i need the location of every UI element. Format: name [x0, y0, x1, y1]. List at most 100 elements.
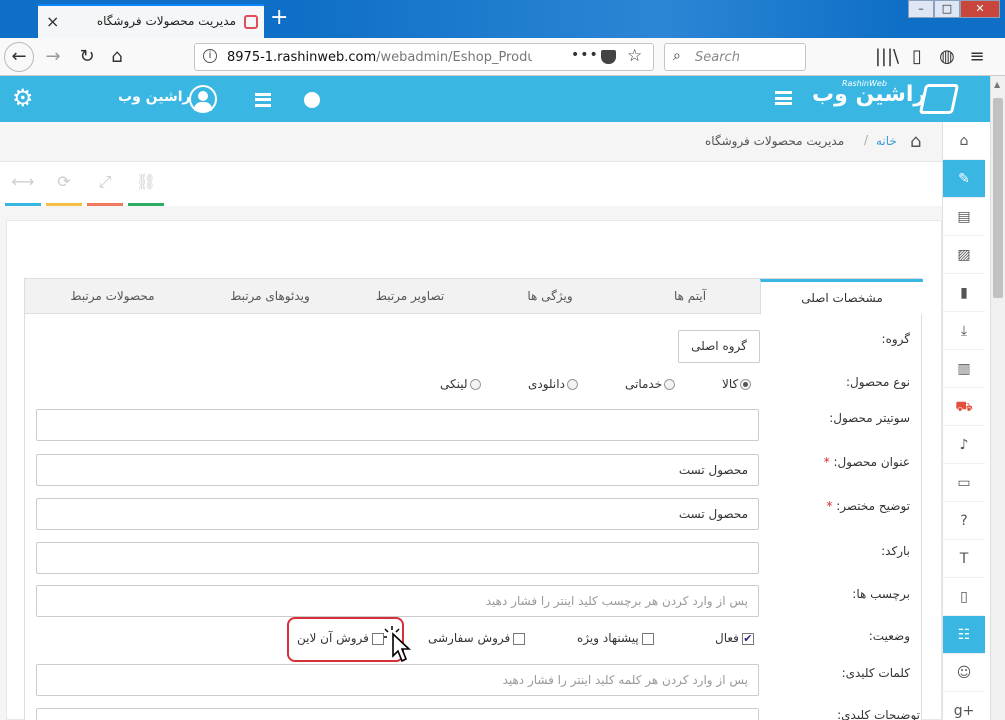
tabbar-bg: [300, 0, 900, 38]
bookmark-star-icon[interactable]: ☆: [627, 46, 642, 66]
tab-main-specs[interactable]: مشخصات اصلی: [760, 279, 923, 316]
forward-button[interactable]: →: [40, 45, 66, 69]
tab-related-products[interactable]: محصولات مرتبط: [25, 279, 200, 314]
radio-type-service[interactable]: خدماتی: [625, 377, 676, 391]
sidebar-volume-icon[interactable]: ♪: [943, 426, 985, 464]
checkbox[interactable]: [513, 632, 526, 645]
keywords-input[interactable]: پس از وارد کردن هر کلمه کلید اینتر را فش…: [36, 664, 759, 696]
breadcrumb-current: مدیریت محصولات فروشگاه: [705, 134, 845, 148]
radio-type-link[interactable]: لینکی: [440, 377, 481, 391]
library-icon[interactable]: |||\: [874, 45, 900, 69]
gear-icon[interactable]: ⚙: [12, 84, 34, 112]
desc-label: توضیح مختصر: *: [800, 499, 910, 513]
home-button[interactable]: ⌂: [104, 45, 130, 69]
window-close-button[interactable]: ✕: [960, 0, 1000, 18]
pocket-icon[interactable]: [601, 50, 616, 64]
url-path: /webadmin/Eshop_Products: [376, 50, 532, 65]
radio-dot[interactable]: [664, 379, 676, 390]
browser-tab[interactable]: × مدیریت محصولات فروشگاه: [38, 4, 264, 38]
tab-title: مدیریت محصولات فروشگاه: [96, 14, 236, 28]
desc-label-text: توضیح مختصر:: [836, 499, 910, 513]
radio-dot[interactable]: [566, 379, 578, 390]
new-tab-icon[interactable]: +: [270, 5, 288, 30]
hamburger-menu-icon[interactable]: [775, 91, 792, 105]
checkbox[interactable]: [641, 632, 654, 645]
url-text: 8975-1.rashinweb.com/webadmin/Eshop_Prod…: [227, 50, 532, 65]
sidebar-document-icon[interactable]: ▮: [943, 274, 985, 312]
search-bar[interactable]: ⌕ Search: [664, 43, 806, 71]
logo-small-text: RashinWeb: [842, 79, 887, 88]
sidebar-download-icon[interactable]: ⤓: [943, 312, 985, 350]
page-scrollbar[interactable]: ▲: [990, 76, 1005, 720]
breadcrumb-separator: /: [864, 133, 869, 147]
required-mark: *: [823, 455, 830, 469]
sidebar-toggle-icon[interactable]: ▯: [904, 45, 930, 69]
back-button[interactable]: ←: [4, 42, 34, 72]
keydesc-input[interactable]: [36, 708, 759, 720]
tab-images[interactable]: تصاویر مرتبط: [340, 279, 480, 314]
radio-type-download[interactable]: دانلودی: [528, 377, 578, 391]
user-name[interactable]: راشین وب: [118, 89, 191, 105]
desc-input[interactable]: محصول تست: [36, 498, 759, 530]
fullscreen-icon[interactable]: ⤢: [87, 172, 123, 206]
radio-dot[interactable]: [469, 379, 481, 390]
sidebar-cart-icon[interactable]: ⛟: [943, 388, 985, 426]
barcode-input[interactable]: [36, 542, 759, 574]
scroll-up-icon[interactable]: ▲: [994, 80, 1000, 89]
page-actions-icon[interactable]: •••: [571, 47, 599, 63]
link-icon[interactable]: ⛓: [128, 172, 164, 206]
reload-button[interactable]: ↻: [74, 45, 100, 69]
refresh-icon[interactable]: ⟳: [46, 172, 82, 206]
check-custom-order[interactable]: فروش سفارشی: [428, 631, 526, 645]
close-tab-icon[interactable]: ×: [46, 12, 59, 31]
tags-label: برچسب ها:: [852, 587, 910, 601]
maximize-button[interactable]: □: [934, 0, 960, 18]
mouse-cursor-icon: [384, 626, 412, 663]
radio-type-link-label: لینکی: [440, 377, 468, 391]
tags-input[interactable]: پس از وارد کردن هر برچسب کلید اینتر را ف…: [36, 585, 759, 617]
collapse-icon[interactable]: ⟷: [5, 172, 41, 206]
home-icon[interactable]: ⌂: [910, 131, 921, 152]
sidebar-file-icon[interactable]: ▯: [943, 578, 985, 616]
minimize-button[interactable]: –: [908, 0, 934, 18]
check-special-offer[interactable]: پیشنهاد ویژه: [577, 631, 654, 645]
globe-icon[interactable]: ◍: [934, 45, 960, 69]
sidebar-users-icon[interactable]: ☷: [943, 616, 985, 654]
globe-site-icon[interactable]: [304, 92, 320, 108]
tab-features[interactable]: ویژگی ها: [480, 279, 620, 314]
form-tabs: مشخصات اصلی آیتم ها ویژگی ها تصاویر مرتب…: [24, 278, 923, 316]
group-button[interactable]: گروه اصلی: [678, 330, 760, 363]
sidebar-user-icon[interactable]: ☺: [943, 654, 985, 692]
sidebar-film-icon[interactable]: ▥: [943, 350, 985, 388]
title-input[interactable]: محصول تست: [36, 454, 759, 486]
scroll-thumb[interactable]: [993, 98, 1003, 298]
menu-icon[interactable]: ≡: [964, 45, 990, 69]
sidebar-image-icon[interactable]: ▨: [943, 236, 985, 274]
app-header: ⚙ راشین وب راشین وب RashinWeb: [0, 76, 990, 122]
sidebar-question-icon[interactable]: ?: [943, 502, 985, 540]
sidebar-googleplus-icon[interactable]: g+: [943, 692, 985, 720]
sidebar-home-icon[interactable]: ⌂: [943, 122, 985, 160]
info-icon[interactable]: i: [203, 49, 217, 63]
search-icon: ⌕: [673, 48, 681, 64]
radio-type-service-label: خدماتی: [625, 377, 663, 391]
subtitle-label: سوتیتر محصول:: [829, 411, 910, 425]
checkbox-checked[interactable]: ✔: [741, 632, 754, 645]
sidebar-news-icon[interactable]: ▤: [943, 198, 985, 236]
breadcrumb-home[interactable]: خانه: [876, 134, 897, 148]
radio-type-goods[interactable]: کالا: [722, 377, 752, 391]
avatar-icon[interactable]: [189, 85, 217, 113]
subtitle-input[interactable]: [36, 409, 759, 441]
sidebar-edit-icon[interactable]: ✎: [943, 160, 985, 198]
radio-type-download-label: دانلودی: [528, 377, 565, 391]
check-special-offer-label: پیشنهاد ویژه: [577, 631, 639, 645]
radio-dot[interactable]: [740, 379, 752, 390]
url-bar[interactable]: i 8975-1.rashinweb.com/webadmin/Eshop_Pr…: [194, 43, 654, 71]
sidebar-monitor-icon[interactable]: ▭: [943, 464, 985, 502]
type-label: نوع محصول:: [845, 375, 910, 389]
check-active[interactable]: ✔فعال: [715, 631, 754, 645]
sidebar-text-icon[interactable]: T: [943, 540, 985, 578]
tab-items[interactable]: آیتم ها: [620, 279, 760, 314]
server-icon[interactable]: [255, 93, 271, 107]
tab-videos[interactable]: ویدئوهای مرتبط: [200, 279, 340, 314]
